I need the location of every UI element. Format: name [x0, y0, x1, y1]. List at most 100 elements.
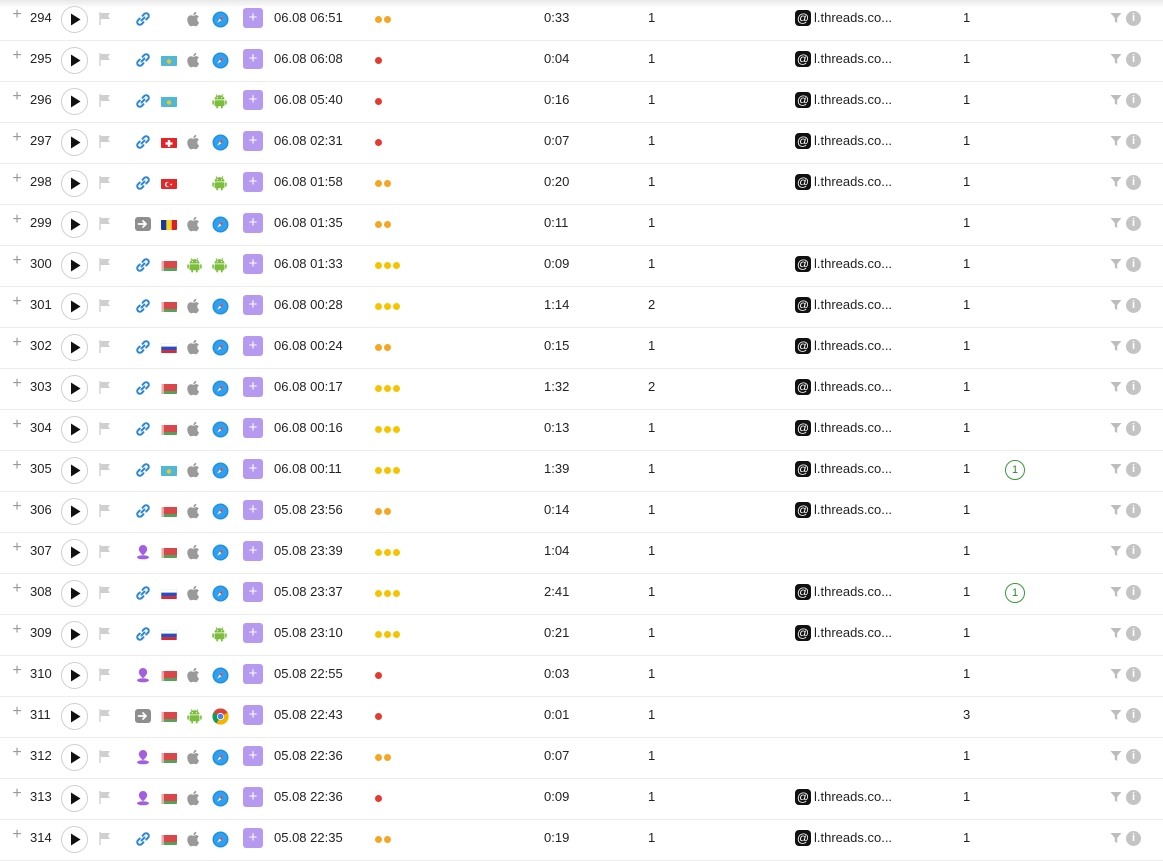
filter-icon[interactable] [1110, 12, 1122, 27]
table-row[interactable]: +300 +06.08 01:33 0:09 1 @ l.threads.co... 1 i [0, 246, 1163, 287]
info-icon[interactable]: i [1126, 134, 1141, 149]
filter-icon[interactable] [1110, 94, 1122, 109]
expand-row-icon[interactable]: + [10, 211, 24, 229]
table-row[interactable]: +305 +06.08 00:11 1:39 1 @ l.threads.co... 1 1 i [0, 451, 1163, 492]
flag-icon[interactable] [99, 791, 111, 807]
expand-row-icon[interactable]: + [10, 457, 24, 475]
add-button[interactable]: + [243, 213, 263, 233]
table-row[interactable]: +311 +05.08 22:43 0:01 1 3 i [0, 697, 1163, 738]
filter-icon[interactable] [1110, 422, 1122, 437]
flag-icon[interactable] [99, 545, 111, 561]
play-recording-button[interactable] [61, 88, 88, 115]
play-recording-button[interactable] [61, 211, 88, 238]
referrer-link[interactable]: @ l.threads.co... [795, 255, 892, 272]
flag-icon[interactable] [99, 381, 111, 397]
add-button[interactable]: + [243, 787, 263, 807]
referrer-link[interactable]: @ l.threads.co... [795, 501, 892, 518]
referrer-link[interactable]: @ l.threads.co... [795, 378, 892, 395]
flag-icon[interactable] [99, 12, 111, 28]
referrer-link[interactable]: @ l.threads.co... [795, 50, 892, 67]
expand-row-icon[interactable]: + [10, 826, 24, 844]
expand-row-icon[interactable]: + [10, 170, 24, 188]
flag-icon[interactable] [99, 340, 111, 356]
add-button[interactable]: + [243, 254, 263, 274]
info-icon[interactable]: i [1126, 52, 1141, 67]
add-button[interactable]: + [243, 172, 263, 192]
add-button[interactable]: + [243, 418, 263, 438]
flag-icon[interactable] [99, 53, 111, 69]
filter-icon[interactable] [1110, 750, 1122, 765]
play-recording-button[interactable] [61, 47, 88, 74]
filter-icon[interactable] [1110, 668, 1122, 683]
add-button[interactable]: + [243, 746, 263, 766]
info-icon[interactable]: i [1126, 667, 1141, 682]
add-button[interactable]: + [243, 541, 263, 561]
play-recording-button[interactable] [61, 293, 88, 320]
expand-row-icon[interactable]: + [10, 6, 24, 24]
table-row[interactable]: +299 +06.08 01:35 0:11 1 1 i [0, 205, 1163, 246]
play-recording-button[interactable] [61, 621, 88, 648]
info-icon[interactable]: i [1126, 216, 1141, 231]
referrer-link[interactable]: @ l.threads.co... [795, 624, 892, 641]
info-icon[interactable]: i [1126, 585, 1141, 600]
table-row[interactable]: +310 +05.08 22:55 0:03 1 1 i [0, 656, 1163, 697]
play-recording-button[interactable] [61, 703, 88, 730]
filter-icon[interactable] [1110, 258, 1122, 273]
referrer-link[interactable]: @ l.threads.co... [795, 132, 892, 149]
filter-icon[interactable] [1110, 217, 1122, 232]
play-recording-button[interactable] [61, 785, 88, 812]
info-icon[interactable]: i [1126, 708, 1141, 723]
play-recording-button[interactable] [61, 334, 88, 361]
referrer-link[interactable]: @ l.threads.co... [795, 583, 892, 600]
flag-icon[interactable] [99, 832, 111, 848]
play-recording-button[interactable] [61, 6, 88, 33]
info-icon[interactable]: i [1126, 831, 1141, 846]
flag-icon[interactable] [99, 709, 111, 725]
filter-icon[interactable] [1110, 381, 1122, 396]
referrer-link[interactable]: @ l.threads.co... [795, 460, 892, 477]
table-row[interactable]: +304 +06.08 00:16 0:13 1 @ l.threads.co... 1 i [0, 410, 1163, 451]
table-row[interactable]: +302 +06.08 00:24 0:15 1 @ l.threads.co... 1 i [0, 328, 1163, 369]
filter-icon[interactable] [1110, 299, 1122, 314]
add-button[interactable]: + [243, 49, 263, 69]
play-recording-button[interactable] [61, 539, 88, 566]
referrer-link[interactable]: @ l.threads.co... [795, 9, 892, 26]
play-recording-button[interactable] [61, 498, 88, 525]
add-button[interactable]: + [243, 705, 263, 725]
flag-icon[interactable] [99, 750, 111, 766]
info-icon[interactable]: i [1126, 175, 1141, 190]
expand-row-icon[interactable]: + [10, 129, 24, 147]
info-icon[interactable]: i [1126, 544, 1141, 559]
goal-badge[interactable]: 1 [1005, 583, 1025, 603]
table-row[interactable]: +296 +06.08 05:40 0:16 1 @ l.threads.co... 1 i [0, 82, 1163, 123]
expand-row-icon[interactable]: + [10, 662, 24, 680]
add-button[interactable]: + [243, 336, 263, 356]
filter-icon[interactable] [1110, 463, 1122, 478]
filter-icon[interactable] [1110, 791, 1122, 806]
referrer-link[interactable]: @ l.threads.co... [795, 337, 892, 354]
filter-icon[interactable] [1110, 53, 1122, 68]
expand-row-icon[interactable]: + [10, 703, 24, 721]
expand-row-icon[interactable]: + [10, 539, 24, 557]
info-icon[interactable]: i [1126, 339, 1141, 354]
expand-row-icon[interactable]: + [10, 252, 24, 270]
play-recording-button[interactable] [61, 457, 88, 484]
play-recording-button[interactable] [61, 662, 88, 689]
info-icon[interactable]: i [1126, 462, 1141, 477]
play-recording-button[interactable] [61, 744, 88, 771]
table-row[interactable]: +298 +06.08 01:58 0:20 1 @ l.threads.co... 1 i [0, 164, 1163, 205]
add-button[interactable]: + [243, 90, 263, 110]
table-row[interactable]: +295 +06.08 06:08 0:04 1 @ l.threads.co... 1 i [0, 41, 1163, 82]
expand-row-icon[interactable]: + [10, 416, 24, 434]
info-icon[interactable]: i [1126, 11, 1141, 26]
table-row[interactable]: +297 +06.08 02:31 0:07 1 @ l.threads.co... 1 i [0, 123, 1163, 164]
referrer-link[interactable]: @ l.threads.co... [795, 296, 892, 313]
add-button[interactable]: + [243, 295, 263, 315]
filter-icon[interactable] [1110, 586, 1122, 601]
flag-icon[interactable] [99, 176, 111, 192]
expand-row-icon[interactable]: + [10, 785, 24, 803]
expand-row-icon[interactable]: + [10, 498, 24, 516]
referrer-link[interactable]: @ l.threads.co... [795, 91, 892, 108]
goal-badge[interactable]: 1 [1005, 460, 1025, 480]
add-button[interactable]: + [243, 623, 263, 643]
